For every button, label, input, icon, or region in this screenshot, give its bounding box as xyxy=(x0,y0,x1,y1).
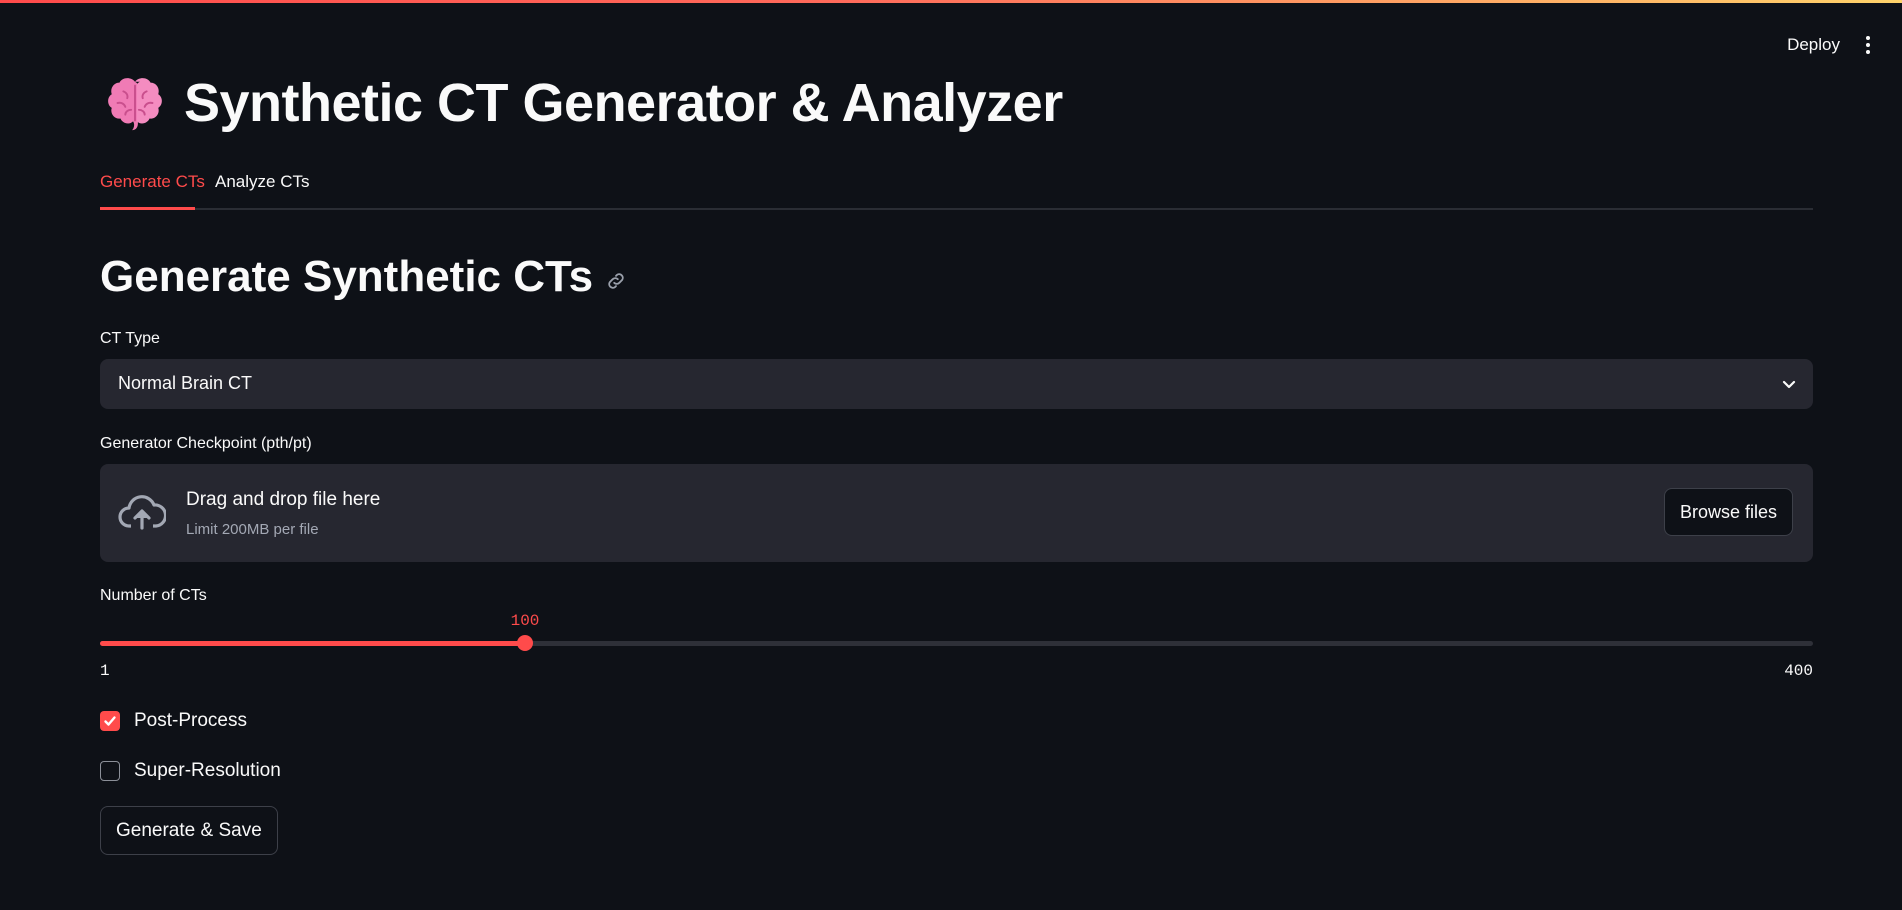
tab-analyze-cts[interactable]: Analyze CTs xyxy=(215,172,309,192)
file-dropzone[interactable]: Drag and drop file here Limit 200MB per … xyxy=(100,464,1813,562)
checkbox-unchecked-icon[interactable] xyxy=(100,761,120,781)
browse-files-button[interactable]: Browse files xyxy=(1663,488,1793,536)
generate-save-button[interactable]: Generate & Save xyxy=(100,806,278,855)
tab-generate-cts[interactable]: Generate CTs xyxy=(100,172,205,192)
tab-bar: Generate CTs Analyze CTs xyxy=(100,170,1813,210)
super-resolution-checkbox[interactable]: Super-Resolution xyxy=(100,760,281,782)
dropzone-limit: Limit 200MB per file xyxy=(186,521,319,538)
checkbox-checked-icon[interactable] xyxy=(100,711,120,731)
anchor-link-icon[interactable] xyxy=(605,270,627,292)
dropzone-title: Drag and drop file here xyxy=(186,489,381,510)
brain-icon xyxy=(108,78,162,131)
cloud-upload-icon xyxy=(118,495,166,530)
active-tab-indicator xyxy=(100,207,195,210)
section-title: Generate Synthetic CTs xyxy=(100,252,594,301)
slider-thumb[interactable] xyxy=(517,635,533,651)
main-menu-icon[interactable] xyxy=(1862,34,1874,56)
checkpoint-label: Generator Checkpoint (pth/pt) xyxy=(100,435,312,452)
page-title: Synthetic CT Generator & Analyzer xyxy=(184,73,1063,133)
title-row: Synthetic CT Generator & Analyzer xyxy=(104,72,1063,134)
post-process-label: Post-Process xyxy=(134,710,247,731)
deploy-button[interactable]: Deploy xyxy=(1787,35,1840,55)
slider-min-label: 1 xyxy=(100,662,110,680)
post-process-checkbox[interactable]: Post-Process xyxy=(100,710,247,732)
slider-track[interactable] xyxy=(100,635,1813,651)
chevron-down-icon xyxy=(1782,380,1796,389)
number-of-cts-slider[interactable]: 100 1 400 xyxy=(100,612,1813,682)
ct-type-selected-value: Normal Brain CT xyxy=(118,373,253,393)
ct-type-select[interactable]: Normal Brain CT xyxy=(100,359,1813,409)
top-decoration-stripe xyxy=(0,0,1902,3)
header-toolbar: Deploy xyxy=(1787,34,1874,56)
section-header: Generate Synthetic CTs xyxy=(100,252,627,302)
slider-fill xyxy=(100,641,525,646)
super-resolution-label: Super-Resolution xyxy=(134,760,281,781)
slider-max-label: 400 xyxy=(1784,662,1813,680)
ct-type-label: CT Type xyxy=(100,330,160,347)
slider-current-value: 100 xyxy=(510,612,540,630)
number-of-cts-label: Number of CTs xyxy=(100,587,207,604)
tab-divider xyxy=(100,208,1813,210)
